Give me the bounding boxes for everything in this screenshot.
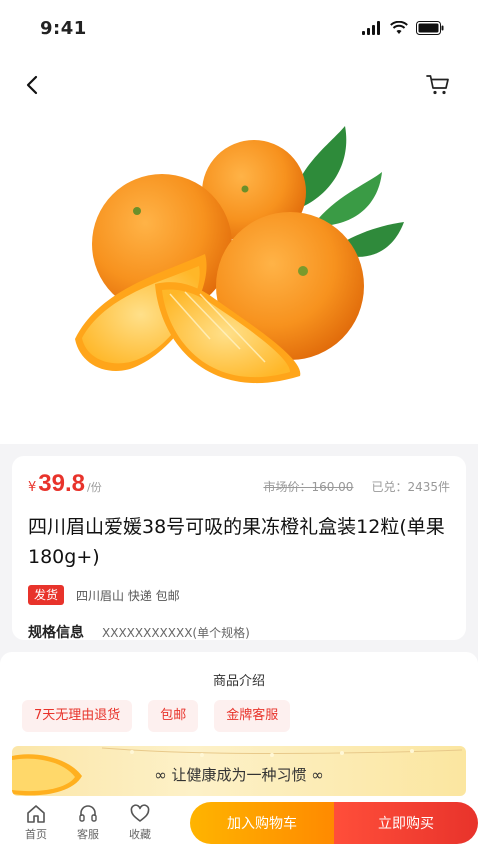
product-title: 四川眉山爱媛38号可吸的果冻橙礼盒装12粒(单果180g+) <box>28 516 445 568</box>
spec-row[interactable]: 规格信息 XXXXXXXXXXX(单个规格) <box>28 622 450 642</box>
back-button[interactable] <box>14 67 50 103</box>
cart-icon <box>426 75 449 95</box>
home-icon <box>27 805 45 823</box>
tab-favorite-label: 收藏 <box>129 828 151 841</box>
status-icons <box>362 21 444 35</box>
shipping-badge: 发货 <box>28 585 65 605</box>
spec-label: 规格信息 <box>28 625 84 641</box>
price-row: ¥ 39.8 /份 市场价：160.00 已兑：2435件 <box>28 470 450 500</box>
intro-banner: ∞ 让健康成为一种习惯 ∞ <box>12 746 466 796</box>
banner-slogan: ∞ 让健康成为一种习惯 ∞ <box>154 766 324 784</box>
add-to-cart-button[interactable]: 加入购物车 <box>190 802 334 844</box>
spec-value: XXXXXXXXXXX(单个规格) <box>102 625 250 640</box>
shipping-info: 四川眉山 快递 包邮 <box>76 588 180 603</box>
headset-icon <box>79 805 97 822</box>
product-image[interactable] <box>0 114 478 444</box>
price-unit: /份 <box>87 481 102 494</box>
tab-customer-service-label: 客服 <box>77 828 99 841</box>
wifi-icon <box>390 21 408 34</box>
heart-icon <box>130 804 150 822</box>
bottom-action-bar: 首页 客服 收藏 加入购物车 立即购买 <box>0 796 478 850</box>
status-time: 9:41 <box>40 17 87 39</box>
status-bar: 9:41 <box>0 0 478 56</box>
market-price: 市场价：160.00 <box>263 480 354 494</box>
price-value: 39.8 <box>38 470 85 497</box>
nav-bar <box>0 56 478 114</box>
signal-icon <box>362 21 380 35</box>
orange-illustration <box>75 126 404 384</box>
sold-count: 已兑：2435件 <box>371 480 450 494</box>
product-info-card: ¥ 39.8 /份 市场价：160.00 已兑：2435件 四川眉山爱媛38号可… <box>12 456 466 642</box>
tag-gold-service: 金牌客服 <box>214 700 291 732</box>
buy-now-button[interactable]: 立即购买 <box>334 802 478 844</box>
chevron-left-icon <box>26 75 38 95</box>
tab-home[interactable]: 首页 <box>12 804 60 842</box>
shipping-row: 发货 四川眉山 快递 包邮 <box>28 584 450 606</box>
intro-title: 商品介绍 <box>212 674 265 689</box>
tab-favorite[interactable]: 收藏 <box>116 804 164 842</box>
tab-customer-service[interactable]: 客服 <box>64 804 112 842</box>
price-currency: ¥ <box>28 480 37 495</box>
service-tags: 7天无理由退货 包邮 金牌客服 <box>0 696 478 732</box>
tag-return-policy: 7天无理由退货 <box>22 700 133 732</box>
tab-home-label: 首页 <box>25 828 47 841</box>
tag-free-shipping: 包邮 <box>148 700 199 732</box>
battery-icon <box>416 21 444 35</box>
cart-button[interactable] <box>420 67 456 103</box>
